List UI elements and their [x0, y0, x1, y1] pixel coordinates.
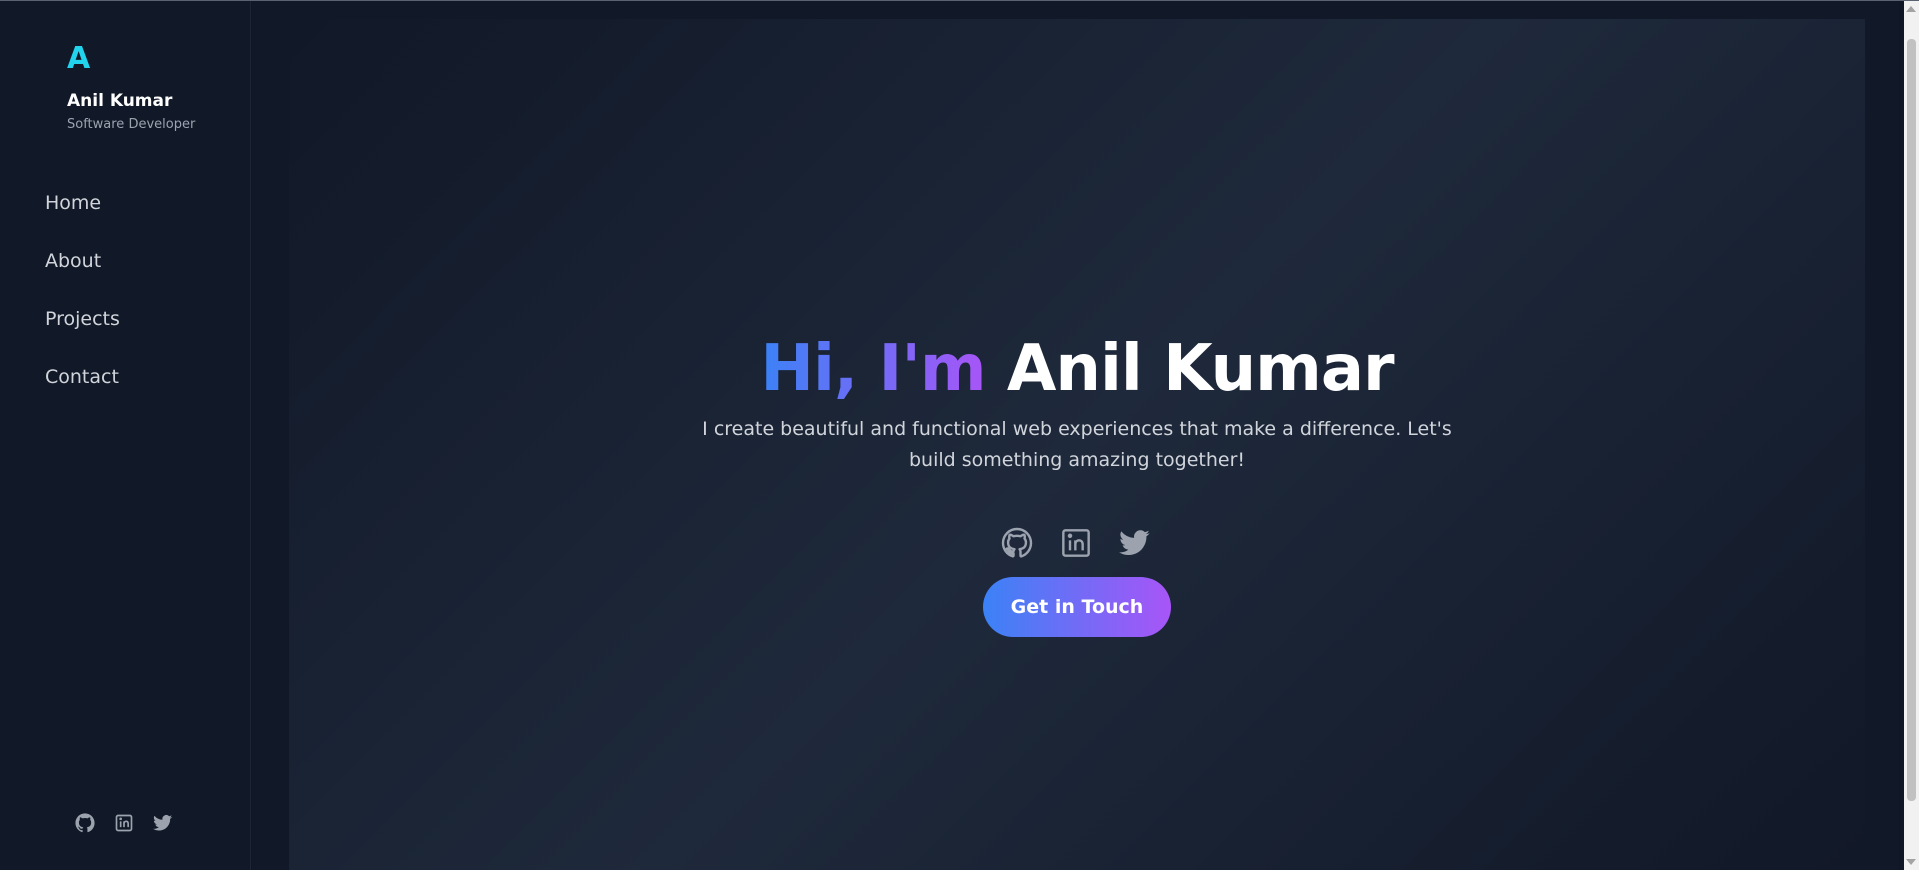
get-in-touch-button[interactable]: Get in Touch	[983, 577, 1171, 637]
hero-subtitle: I create beautiful and functional web ex…	[702, 418, 1452, 471]
nav-item-about[interactable]: About	[45, 246, 120, 304]
hero-social-links	[1001, 527, 1151, 559]
sidebar: A Anil Kumar Software Developer Home Abo…	[0, 1, 251, 870]
logo[interactable]: A	[67, 41, 90, 77]
scrollbar[interactable]	[1904, 1, 1919, 870]
sidebar-name: Anil Kumar	[67, 91, 173, 111]
github-icon[interactable]	[75, 813, 95, 833]
linkedin-icon[interactable]	[114, 813, 134, 833]
nav-item-contact[interactable]: Contact	[45, 362, 120, 420]
github-icon[interactable]	[1001, 527, 1033, 559]
nav-item-home[interactable]: Home	[45, 188, 120, 246]
sidebar-social-links	[75, 813, 173, 833]
hero-greeting: Hi, I'm	[760, 332, 986, 406]
scrollbar-thumb[interactable]	[1907, 39, 1916, 801]
hero-title: Hi, I'm Anil Kumar	[289, 329, 1865, 409]
hero-name: Anil Kumar	[1006, 332, 1395, 406]
linkedin-icon[interactable]	[1060, 527, 1092, 559]
scroll-down-arrow-icon[interactable]	[1906, 859, 1916, 865]
hero-section: Hi, I'm Anil Kumar I create beautiful an…	[289, 19, 1865, 870]
twitter-icon[interactable]	[153, 813, 173, 833]
twitter-icon[interactable]	[1119, 527, 1151, 559]
nav-item-projects[interactable]: Projects	[45, 304, 120, 362]
scroll-up-arrow-icon[interactable]	[1906, 6, 1916, 12]
sidebar-nav: Home About Projects Contact	[45, 188, 120, 420]
sidebar-role: Software Developer	[67, 117, 196, 132]
